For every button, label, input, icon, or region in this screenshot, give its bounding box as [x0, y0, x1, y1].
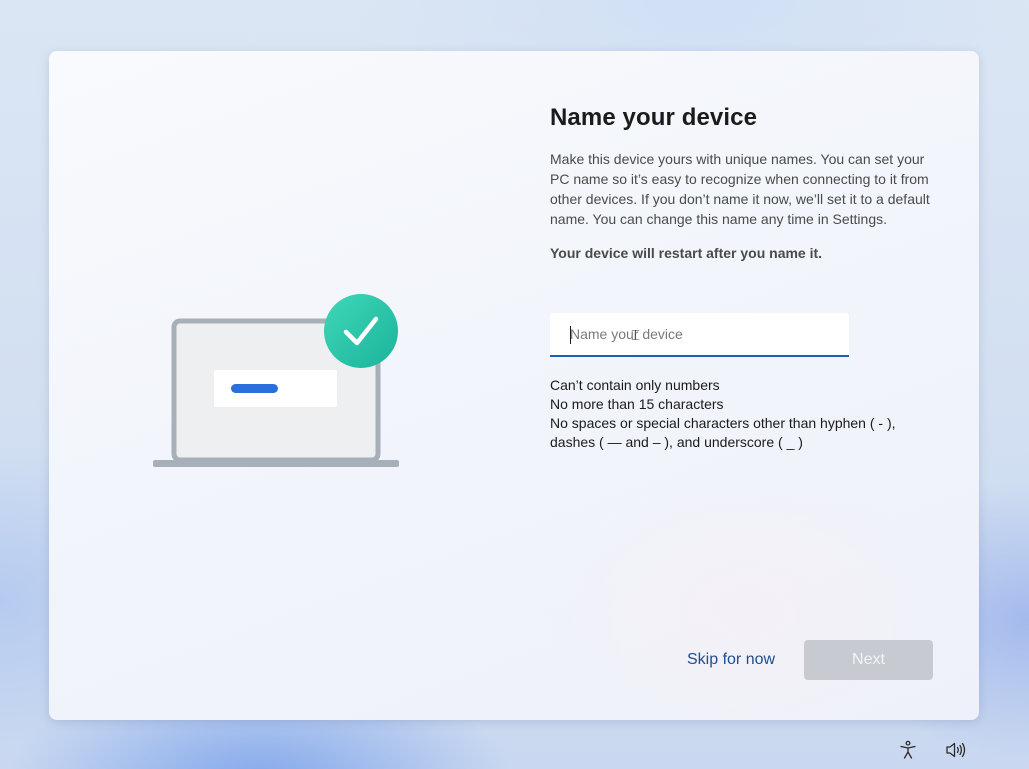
device-name-input[interactable] — [550, 313, 849, 355]
name-rule: Can’t contain only numbers — [550, 377, 720, 393]
checkmark-badge-icon — [324, 294, 398, 368]
accessibility-icon[interactable] — [895, 737, 921, 763]
next-button[interactable]: Next — [804, 640, 933, 680]
name-rule: No spaces or special characters other th… — [550, 415, 896, 450]
volume-icon[interactable] — [943, 737, 969, 763]
name-rules-list: Can’t contain only numbers No more than … — [550, 376, 910, 452]
device-name-field[interactable]: ⌶ — [550, 313, 849, 357]
name-rule: No more than 15 characters — [550, 396, 724, 412]
page-description: Make this device yours with unique names… — [550, 151, 930, 227]
ibeam-cursor-icon: ⌶ — [631, 326, 641, 344]
page-title: Name your device — [550, 104, 758, 131]
setup-card: Name your device Make this device yours … — [49, 51, 979, 720]
restart-note: Your device will restart after you name … — [550, 245, 823, 261]
laptop-illustration — [153, 294, 399, 467]
text-caret — [570, 326, 571, 344]
skip-for-now-link[interactable]: Skip for now — [687, 651, 775, 669]
